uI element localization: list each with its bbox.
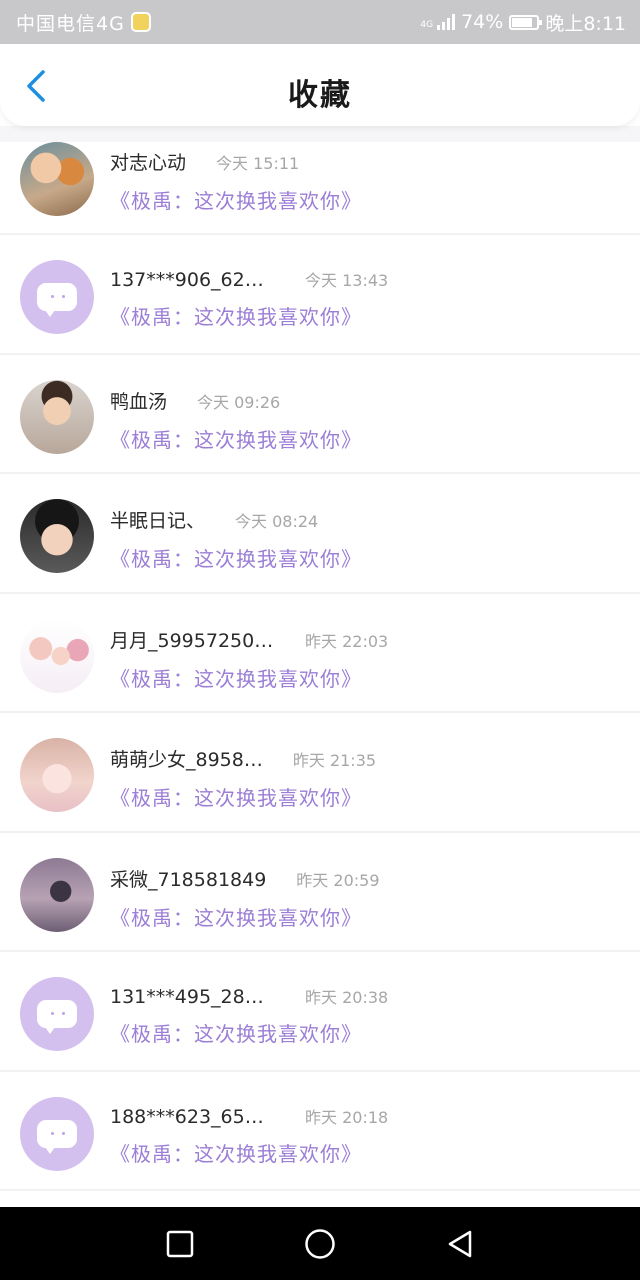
username[interactable]: 137***906_62758… (110, 269, 275, 291)
chat-bubble-icon (37, 283, 77, 317)
favorite-item[interactable]: 月月_599572507… 昨天 22:03 《极禹：这次换我喜欢你》 (0, 594, 640, 713)
system-back-button[interactable] (438, 1222, 482, 1266)
favorite-meta: 对志心动 今天 15:11 (110, 148, 620, 175)
favorite-item-texts: 萌萌少女_8958… 昨天 21:35 《极禹：这次换我喜欢你》 (110, 745, 620, 811)
favorites-list: 对志心动今天 15:11《极禹：这次换我喜欢你》137***906_62758…… (0, 132, 640, 1207)
status-bar: 中国电信4G 4G 74% 晚上8:11 (0, 0, 640, 44)
favorite-item[interactable]: 萌萌少女_8958… 昨天 21:35 《极禹：这次换我喜欢你》 (0, 713, 640, 833)
avatar[interactable] (20, 379, 94, 454)
triangle-back-icon (448, 1230, 472, 1257)
timestamp: 今天 13:43 (305, 271, 389, 290)
favorite-item[interactable]: 采微_718581849 昨天 20:59 《极禹：这次换我喜欢你》 (0, 833, 640, 952)
username[interactable]: 萌萌少女_8958… (110, 745, 263, 772)
battery-icon (509, 14, 543, 30)
favorite-meta: 萌萌少女_8958… 昨天 21:35 (110, 745, 620, 772)
favorite-item[interactable]: 131***495_28774… 昨天 20:38 《极禹：这次换我喜欢你》 (0, 952, 640, 1072)
favorited-song-link[interactable]: 《极禹：这次换我喜欢你》 (110, 1018, 620, 1047)
battery-percent: 74% (461, 11, 504, 33)
home-button[interactable] (298, 1222, 342, 1266)
timestamp: 昨天 21:35 (292, 751, 377, 770)
chat-bubble-icon (37, 1119, 77, 1154)
avatar[interactable] (20, 618, 94, 693)
notification-app-icon (130, 12, 151, 32)
network-type-label: 4G (420, 19, 434, 30)
timestamp: 昨天 20:38 (305, 988, 389, 1007)
circle-icon (305, 1228, 335, 1259)
favorite-item-texts: 月月_599572507… 昨天 22:03 《极禹：这次换我喜欢你》 (110, 626, 620, 692)
favorite-meta: 137***906_62758… 今天 13:43 (110, 267, 620, 291)
favorite-meta: 半眠日记、 今天 08:24 (110, 506, 620, 533)
favorite-item-texts: 131***495_28774… 昨天 20:38 《极禹：这次换我喜欢你》 (110, 984, 620, 1047)
favorited-song-link[interactable]: 《极禹：这次换我喜欢你》 (110, 902, 620, 931)
avatar[interactable] (20, 260, 94, 334)
divider (0, 1189, 640, 1191)
avatar[interactable] (20, 738, 94, 812)
app-header: 收藏 (0, 44, 640, 126)
favorite-item-texts: 鸭血汤 今天 09:26 《极禹：这次换我喜欢你》 (110, 387, 620, 453)
favorited-song-link[interactable]: 《极禹：这次换我喜欢你》 (110, 185, 620, 214)
timestamp: 今天 15:11 (216, 154, 300, 173)
favorite-meta: 鸭血汤 今天 09:26 (110, 387, 620, 414)
recent-apps-button[interactable] (158, 1222, 202, 1266)
username[interactable]: 131***495_28774… (110, 986, 275, 1008)
chat-bubble-icon (37, 1000, 77, 1034)
favorite-meta: 月月_599572507… 昨天 22:03 (110, 626, 620, 653)
favorite-item[interactable]: 对志心动 今天 15:11 《极禹：这次换我喜欢你》 (0, 132, 640, 235)
timestamp: 今天 08:24 (235, 512, 319, 531)
favorited-song-link[interactable]: 《极禹：这次换我喜欢你》 (110, 424, 620, 453)
username[interactable]: 对志心动 (110, 148, 186, 175)
username[interactable]: 采微_718581849 (110, 865, 266, 892)
favorite-item-texts: 半眠日记、 今天 08:24 《极禹：这次换我喜欢你》 (110, 506, 620, 572)
username[interactable]: 鸭血汤 (110, 387, 167, 414)
timestamp: 昨天 20:18 (305, 1107, 389, 1127)
avatar[interactable] (20, 142, 94, 216)
favorited-song-link[interactable]: 《极禹：这次换我喜欢你》 (110, 543, 620, 572)
favorite-item[interactable]: 137***906_62758… 今天 13:43 《极禹：这次换我喜欢你》 (0, 235, 640, 355)
system-nav-bar (0, 1207, 640, 1280)
favorite-meta: 131***495_28774… 昨天 20:38 (110, 984, 620, 1008)
username[interactable]: 188***623_65816… (110, 1106, 275, 1128)
favorite-item-texts: 对志心动 今天 15:11 《极禹：这次换我喜欢你》 (110, 148, 620, 214)
favorite-meta: 采微_718581849 昨天 20:59 (110, 865, 620, 892)
avatar[interactable] (20, 1096, 94, 1171)
avatar[interactable] (20, 977, 94, 1051)
page-title: 收藏 (288, 78, 352, 113)
favorite-item[interactable]: 半眠日记、 今天 08:24 《极禹：这次换我喜欢你》 (0, 474, 640, 594)
signal-icon (437, 14, 456, 30)
favorite-item-texts: 188***623_65816… 昨天 20:18 《极禹：这次换我喜欢你》 (110, 1104, 620, 1167)
favorite-item-texts: 采微_718581849 昨天 20:59 《极禹：这次换我喜欢你》 (110, 865, 620, 931)
favorite-item[interactable]: 188***623_65816… 昨天 20:18 《极禹：这次换我喜欢你》 (0, 1072, 640, 1191)
timestamp: 昨天 22:03 (305, 631, 389, 651)
favorite-meta: 188***623_65816… 昨天 20:18 (110, 1104, 620, 1128)
favorite-item-texts: 137***906_62758… 今天 13:43 《极禹：这次换我喜欢你》 (110, 267, 620, 330)
favorited-song-link[interactable]: 《极禹：这次换我喜欢你》 (110, 1138, 620, 1167)
timestamp: 今天 09:26 (197, 392, 281, 412)
avatar[interactable] (20, 499, 94, 573)
square-icon (166, 1230, 194, 1257)
username[interactable]: 月月_599572507… (110, 626, 275, 653)
favorited-song-link[interactable]: 《极禹：这次换我喜欢你》 (110, 301, 620, 330)
favorite-item[interactable]: 鸭血汤 今天 09:26 《极禹：这次换我喜欢你》 (0, 355, 640, 474)
carrier-label: 中国电信4G (16, 12, 125, 35)
username[interactable]: 半眠日记、 (110, 506, 205, 533)
favorited-song-link[interactable]: 《极禹：这次换我喜欢你》 (110, 663, 620, 692)
avatar[interactable] (20, 857, 94, 932)
clock: 晚上8:11 (545, 12, 626, 35)
timestamp: 昨天 20:59 (296, 870, 380, 890)
favorited-song-link[interactable]: 《极禹：这次换我喜欢你》 (110, 782, 620, 811)
